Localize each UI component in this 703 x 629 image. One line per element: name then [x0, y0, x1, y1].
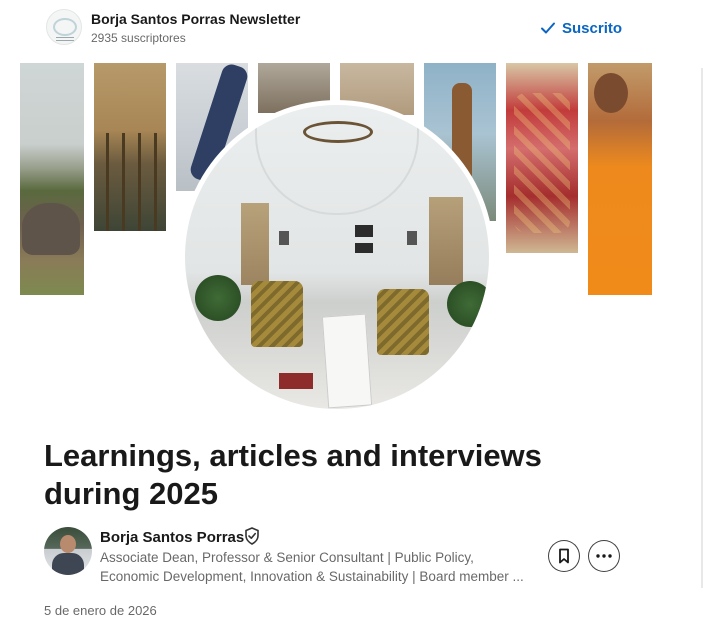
collage-photo-elephant: [20, 63, 84, 295]
save-article-button[interactable]: [548, 540, 580, 572]
verified-shield-icon: [245, 527, 259, 545]
bookmark-icon: [559, 548, 569, 564]
author-headline: Associate Dean, Professor & Senior Consu…: [100, 548, 540, 586]
subscribed-button[interactable]: Suscrito: [540, 16, 622, 40]
author-headline-line2: Economic Development, Innovation & Susta…: [100, 569, 524, 584]
author-avatar[interactable]: [44, 527, 92, 575]
checkmark-icon: [541, 22, 555, 34]
newsletter-logo[interactable]: [46, 9, 82, 45]
publish-date: 5 de enero de 2026: [44, 603, 157, 618]
article-title: Learnings, articles and interviews durin…: [44, 438, 542, 511]
collage-photo-stilt-houses: [94, 63, 166, 231]
gallery-photo-circle: [180, 100, 494, 414]
subscriber-count: 2935 suscriptores: [91, 31, 186, 45]
newsletter-header: Borja Santos Porras Newsletter 2935 susc…: [0, 0, 703, 60]
cover-image: [20, 63, 652, 423]
subscribed-label: Suscrito: [562, 19, 623, 37]
newsletter-title[interactable]: Borja Santos Porras Newsletter: [91, 11, 300, 27]
more-horizontal-icon: [596, 554, 612, 558]
collage-photo-monk: [588, 63, 652, 295]
collage-photo-decorated-elephant: [506, 63, 578, 253]
more-options-button[interactable]: [588, 540, 620, 572]
author-name[interactable]: Borja Santos Porras: [100, 529, 244, 546]
author-headline-line1: Associate Dean, Professor & Senior Consu…: [100, 550, 474, 565]
